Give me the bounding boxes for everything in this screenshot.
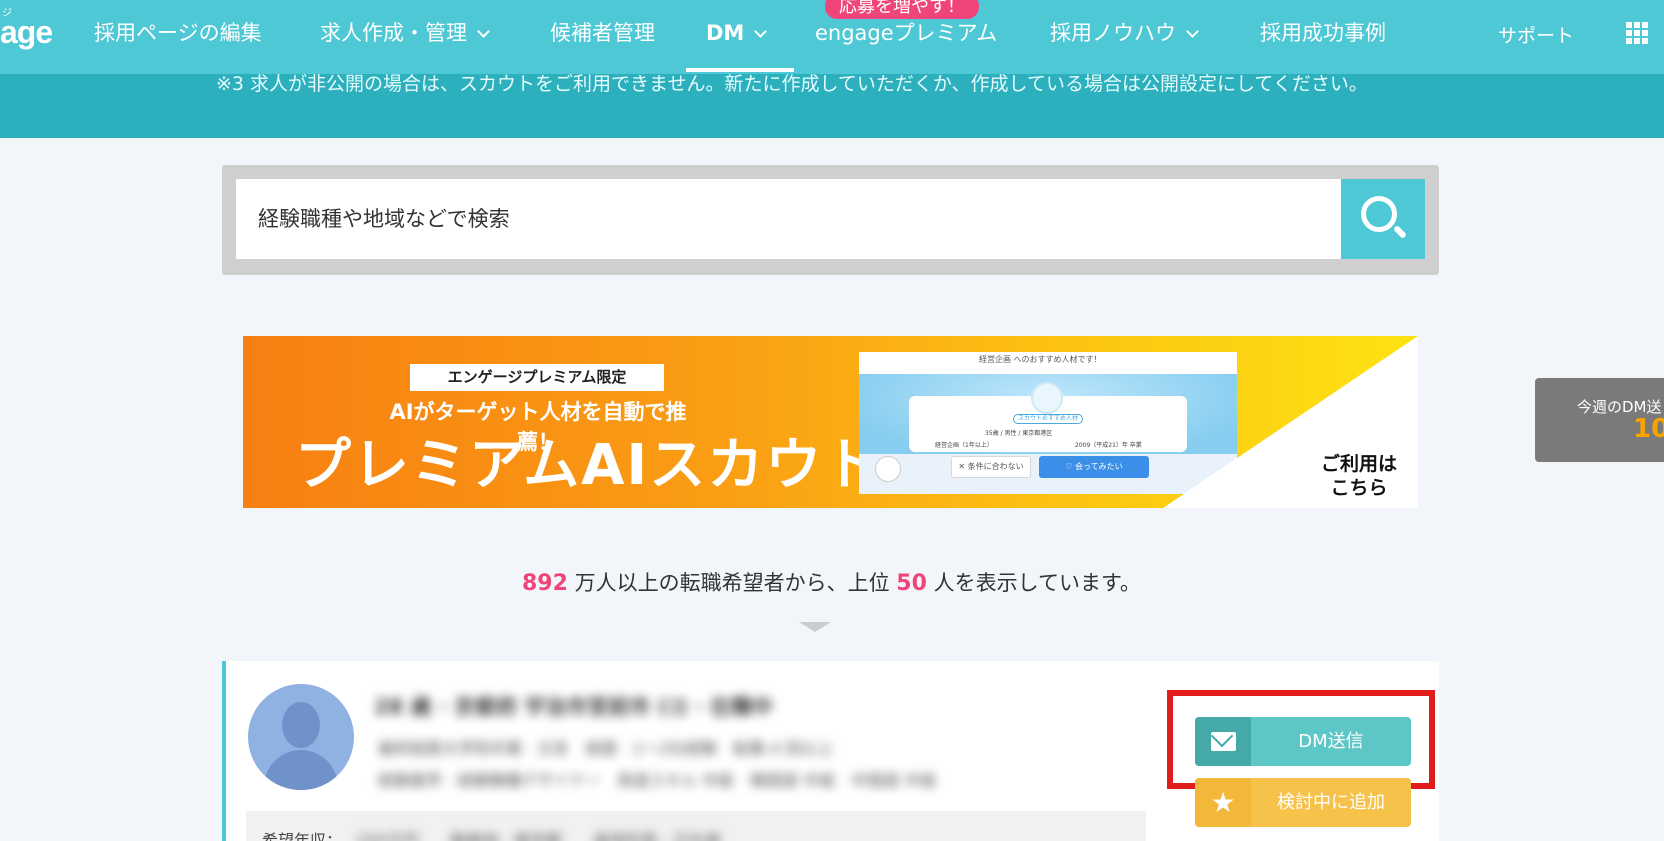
mock-reject-button: ✕ 条件に合わない xyxy=(951,456,1031,478)
notice-text: ※3 求人が非公開の場合は、スカウトをご利用できません。新たに作成していただくか… xyxy=(216,73,1368,95)
top-count: 50 xyxy=(896,571,927,596)
nav-label: 候補者管理 xyxy=(550,21,655,45)
nav-label: 採用成功事例 xyxy=(1260,21,1386,45)
mock-profile-card: スカウトおすすめ人材 35歳 / 男性 / 東京都港区 経営企画（1年以上） 2… xyxy=(909,382,1187,452)
mock-avatar xyxy=(1031,382,1063,414)
nav-item-success-stories[interactable]: 採用成功事例 xyxy=(1260,22,1386,44)
chevron-down-icon xyxy=(477,25,490,38)
weekly-dm-widget[interactable]: 今週のDM送 10 xyxy=(1535,378,1664,462)
banner-tag: エンゲージプレミアム限定 xyxy=(410,364,664,391)
nav-label: 採用ノウハウ xyxy=(1050,21,1176,45)
undo-icon xyxy=(875,456,901,482)
nav-label: 採用ページの編集 xyxy=(94,21,262,45)
banner-app-preview: 経営企画 へのおすすめ人材です！ スカウトおすすめ人材 35歳 / 男性 / 東… xyxy=(859,352,1237,494)
mock-profile-line: 経営企画（1年以上） xyxy=(935,442,993,449)
result-summary: 892 万人以上の転職希望者から、上位 50 人を表示しています。 xyxy=(522,571,1141,596)
notice-strip: ※3 求人が非公開の場合は、スカウトをご利用できません。新たに作成していただくか… xyxy=(0,73,1664,138)
mock-profile-line: 35歳 / 男性 / 東京都港区 xyxy=(985,430,1053,437)
salary-label: 希望年収： xyxy=(262,831,343,841)
weekly-dm-count: 10 xyxy=(1633,414,1664,444)
candidate-pool-count: 892 xyxy=(522,571,568,596)
nav-item-job-management[interactable]: 求人作成・管理 xyxy=(320,21,490,45)
dm-send-button[interactable]: DM送信 xyxy=(1195,717,1411,766)
add-to-consideration-button[interactable]: ★ 検討中に追加 xyxy=(1195,778,1411,827)
candidate-preferences: 希望年収： 250万円 勤務地 · 東京都 雇用形態 · 正社員 xyxy=(246,811,1146,841)
nav-label: DM xyxy=(706,21,745,45)
nav-item-dm[interactable]: DM xyxy=(706,21,768,45)
search-box xyxy=(222,165,1439,275)
nav-item-knowhow[interactable]: 採用ノウハウ xyxy=(1050,21,1199,45)
envelope-icon xyxy=(1211,732,1236,751)
mock-profile-line: 2009（平成21）年 卒業 xyxy=(1075,442,1142,449)
premium-ai-scout-banner[interactable]: エンゲージプレミアム限定 AIがターゲット人材を自動で推薦！ プレミアムAIスカ… xyxy=(243,336,1418,508)
chevron-down-icon xyxy=(754,25,768,38)
mock-chip: スカウトおすすめ人材 xyxy=(1013,414,1083,424)
caret-down-icon xyxy=(799,622,831,632)
add-to-consideration-label: 検討中に追加 xyxy=(1277,792,1385,813)
candidate-title: 28 歳 · 京都府 宇治市宮前市 (ｺ) · 在職中 xyxy=(374,695,774,719)
nav-label: engageプレミアム xyxy=(815,21,998,45)
chevron-down-icon xyxy=(1186,25,1199,38)
nav-item-premium[interactable]: engageプレミアム xyxy=(815,22,997,44)
mock-accept-button: ♡ 会ってみたい xyxy=(1039,456,1149,478)
nav-item-candidates[interactable]: 候補者管理 xyxy=(550,22,655,44)
star-icon: ★ xyxy=(1195,778,1251,827)
banner-title: プレミアムAIスカウト xyxy=(295,433,882,498)
candidate-meta: 最終経歴大学院卒業 · 文系 経歴 · 1〜2社経験 転職 4 回以上 xyxy=(378,739,834,758)
banner-cta[interactable]: ご利用は こちら xyxy=(1311,452,1407,500)
dm-send-label: DM送信 xyxy=(1298,731,1364,752)
app-grid-icon[interactable] xyxy=(1626,22,1648,44)
search-icon xyxy=(1361,196,1397,232)
support-link[interactable]: サポート xyxy=(1498,21,1574,48)
top-nav: ジ age 採用ページの編集 求人作成・管理 候補者管理 DM 応募を増やす！ … xyxy=(0,0,1664,74)
avatar xyxy=(248,684,354,790)
promo-badge: 応募を増やす！ xyxy=(825,0,979,19)
nav-label: 求人作成・管理 xyxy=(320,21,467,45)
logo[interactable]: age xyxy=(0,14,53,51)
search-input[interactable] xyxy=(236,179,1341,259)
candidate-meta: 経験業界 · 経験職種デザイナー 英語スキル 中級 韓国語 中級 中国語 中級 xyxy=(378,771,937,790)
mock-header: 経営企画 へのおすすめ人材です！ xyxy=(979,355,1102,364)
salary-value: 250万円 勤務地 · 東京都 雇用形態 · 正社員 xyxy=(356,831,722,841)
nav-item-recruit-page[interactable]: 採用ページの編集 xyxy=(94,22,262,44)
search-button[interactable] xyxy=(1341,179,1425,259)
